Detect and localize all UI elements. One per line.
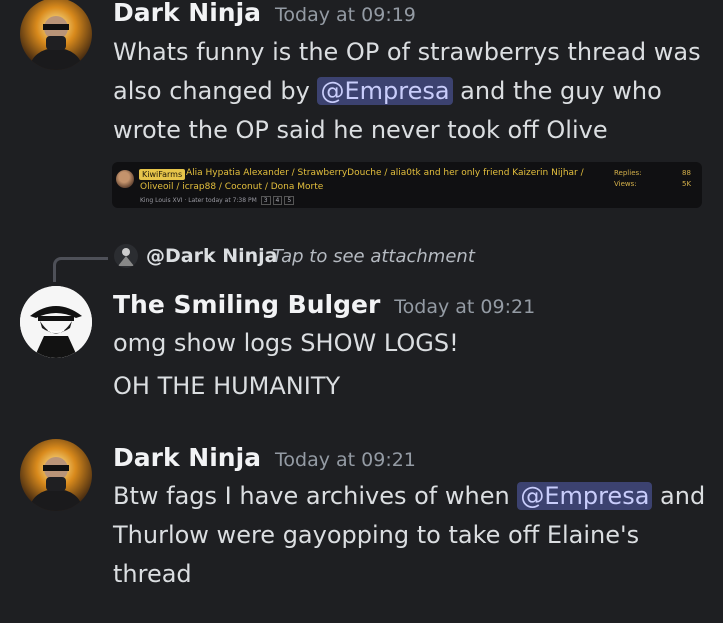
mention-empresa[interactable]: @Empresa [517,482,653,510]
page-link: 4 [272,196,283,205]
replies-label: Replies: [614,169,642,177]
reply-preview[interactable]: Tap to see attachment [272,246,475,267]
forum-badge: KiwiFarms [139,169,186,180]
page-link: 3 [260,196,271,205]
message-line: Thurlow were gayopping to take off Elain… [113,521,640,549]
message-line: OH THE HUMANITY [113,372,341,400]
reply-connector [53,257,108,282]
timestamp: Today at 09:19 [275,4,416,26]
chat-messages: Dark Ninja Today at 09:19 Whats funny is… [0,0,723,623]
username[interactable]: The Smiling Bulger [113,290,380,319]
username[interactable]: Dark Ninja [113,443,261,472]
message-line: omg show logs SHOW LOGS! [113,329,459,357]
thread-title-line2: Oliveoil / icrap88 / Coconut / Dona Mort… [140,182,324,192]
reply-username[interactable]: @Dark Ninja [146,245,278,267]
message-header: Dark Ninja Today at 09:21 [113,443,416,472]
message-text: also changed by [113,77,318,105]
views-label: Views: [614,180,637,188]
reply-avatar [114,244,138,268]
timestamp: Today at 09:21 [394,296,536,318]
replies-value: 88 [682,169,691,177]
message-header: The Smiling Bulger Today at 09:21 [113,290,535,319]
image-attachment[interactable]: KiwiFarms Alia Hypatia Alexander / Straw… [112,162,702,208]
message-line: wrote the OP said he never took off Oliv… [113,116,608,144]
message-line: thread [113,560,192,588]
username[interactable]: Dark Ninja [113,0,261,27]
message-text: and the guy who [452,77,662,105]
views-value: 5K [682,180,692,188]
message-line: Btw fags I have archives of when @Empres… [113,477,705,516]
avatar-dark-ninja[interactable] [20,0,92,70]
thread-title-line1: Alia Hypatia Alexander / StrawberryDouch… [186,168,584,178]
message-header: Dark Ninja Today at 09:19 [113,0,416,27]
timestamp: Today at 09:21 [275,449,416,471]
message-line: Whats funny is the OP of strawberrys thr… [113,38,701,66]
mention-empresa[interactable]: @Empresa [317,77,453,105]
thread-icon [116,170,134,188]
message-line: also changed by @Empresa and the guy who [113,72,662,111]
thread-meta: King Louis XVI · Later today at 7:38 PM … [140,196,295,205]
avatar-dark-ninja[interactable] [20,439,92,511]
message-text: Btw fags I have archives of when [113,482,518,510]
message-text: and [652,482,706,510]
avatar-smiling-bulger[interactable] [20,286,92,358]
thread-author: King Louis XVI · Later today at 7:38 PM [140,197,257,204]
page-link: 5 [284,196,295,205]
